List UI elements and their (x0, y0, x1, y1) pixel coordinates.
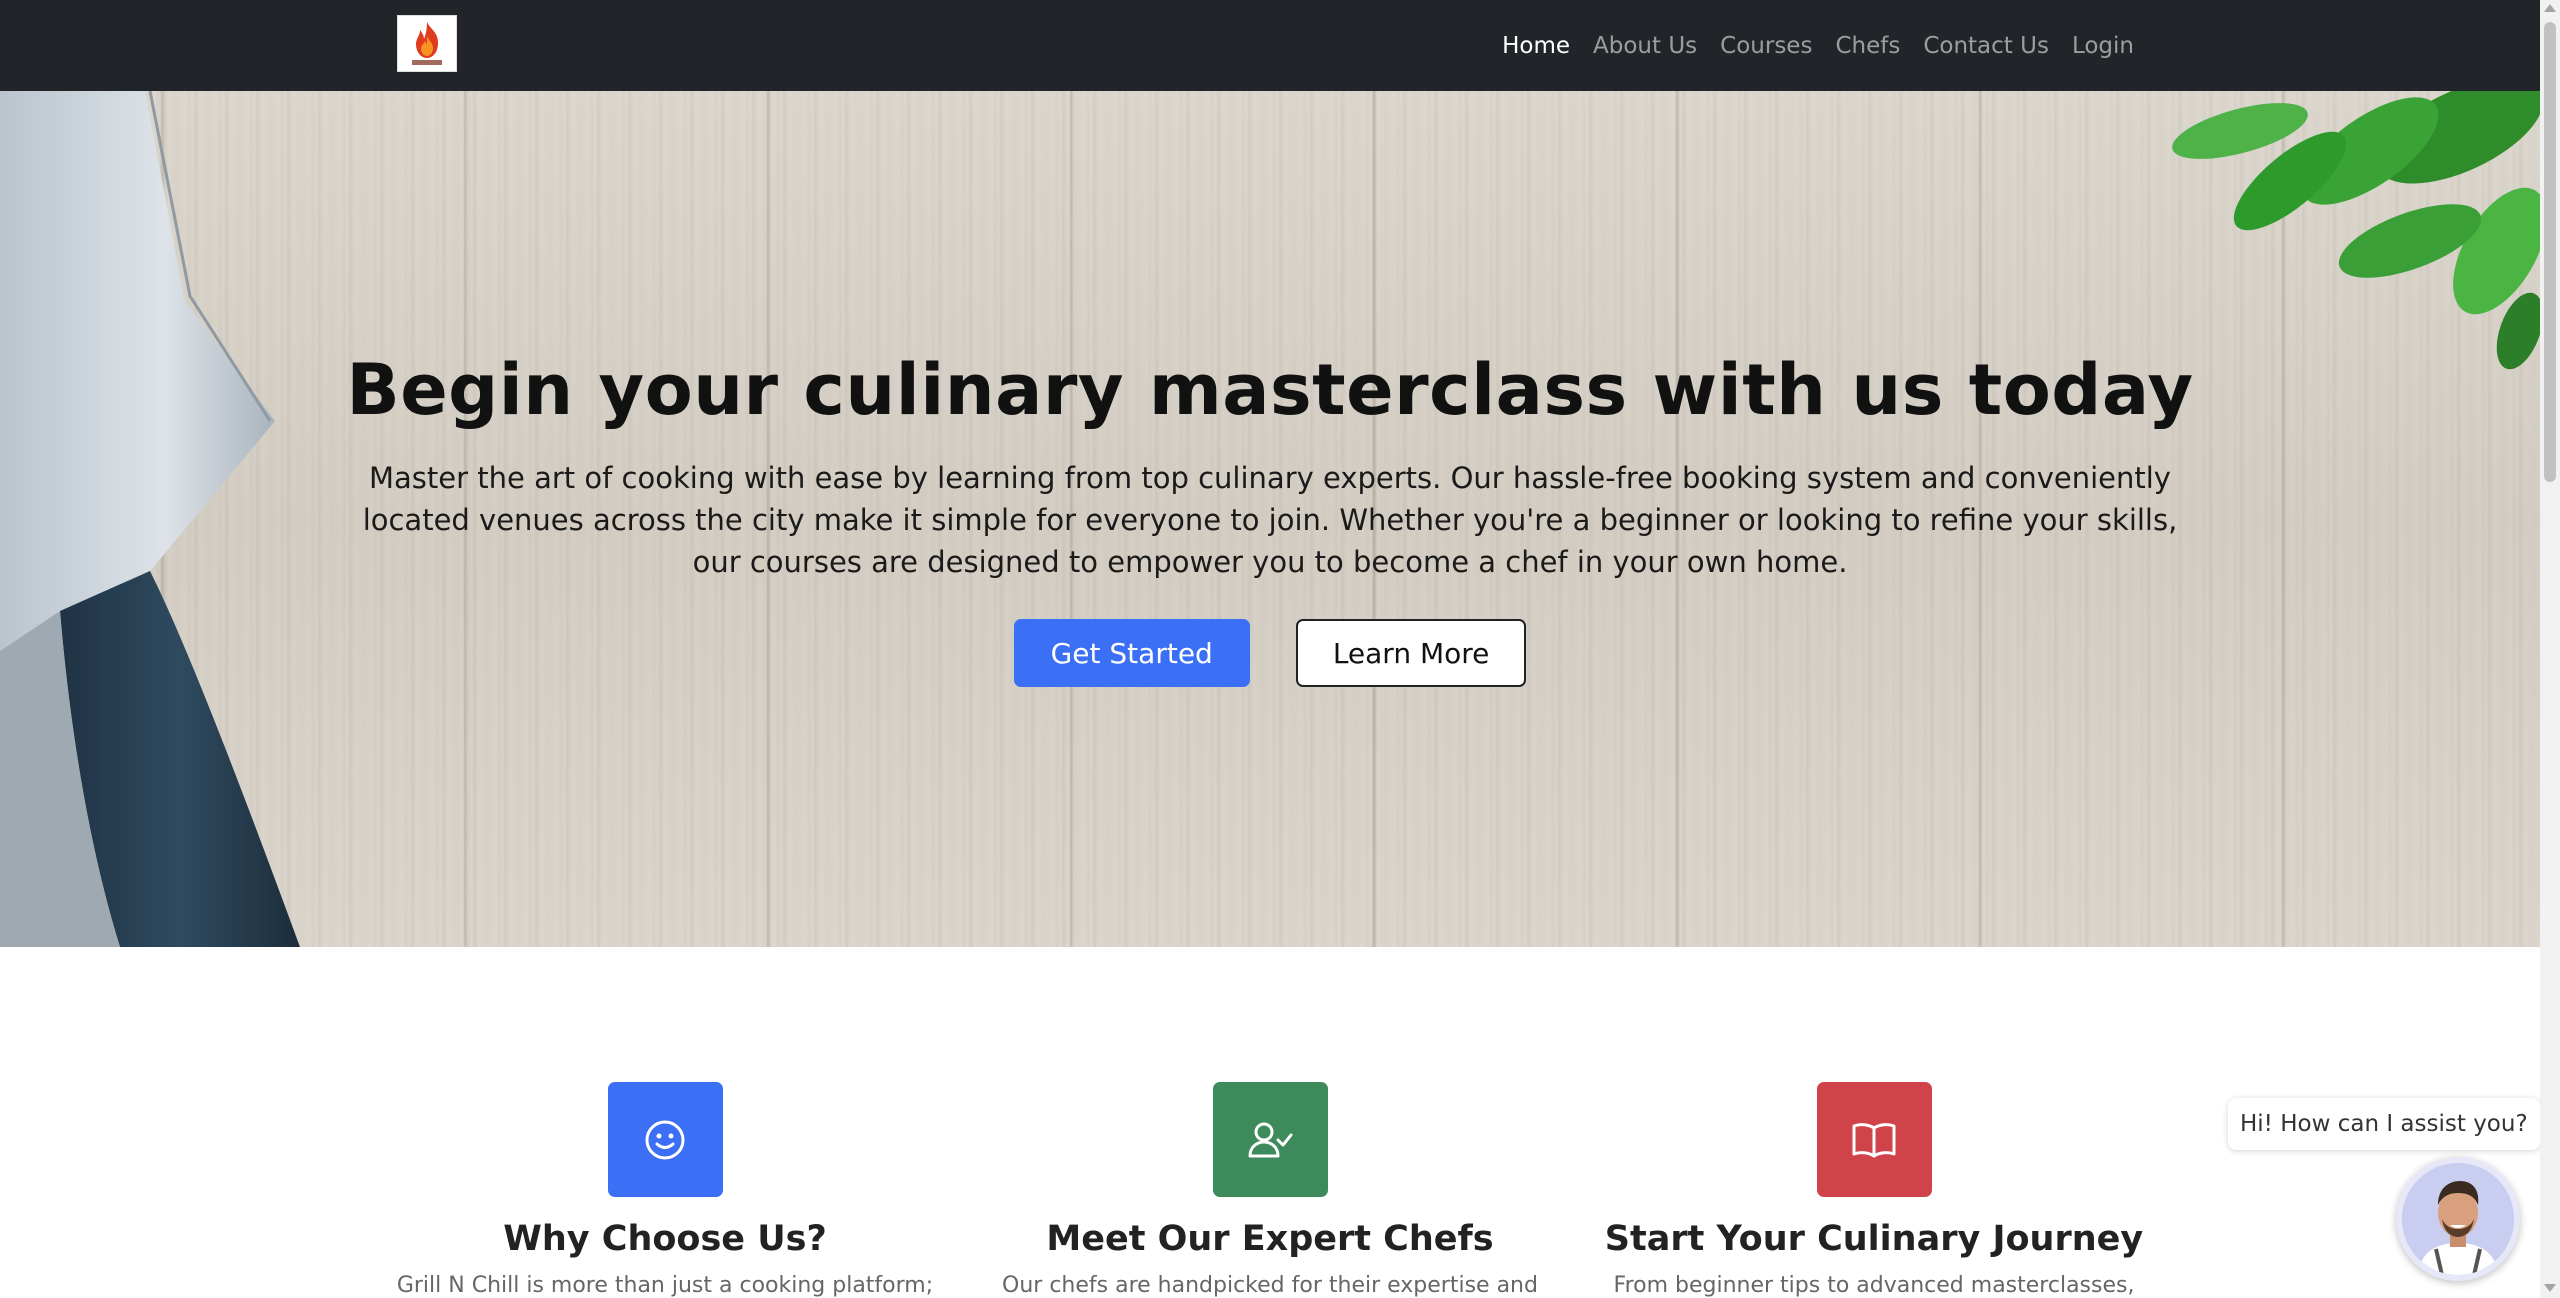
smile-icon (607, 1082, 723, 1197)
hero-section: Begin your culinary masterclass with us … (0, 91, 2540, 947)
flame-logo-icon (412, 22, 442, 65)
basil-leaves-image (2172, 91, 2540, 370)
feature-expert-chefs: Meet Our Expert Chefs Our chefs are hand… (920, 1082, 1620, 1298)
nav-item-chefs[interactable]: Chefs (1835, 33, 1900, 59)
feature-culinary-journey: Start Your Culinary Journey From beginne… (1524, 1082, 2224, 1298)
feature-title: Meet Our Expert Chefs (1046, 1219, 1494, 1259)
chat-avatar-button[interactable] (2396, 1157, 2520, 1281)
knife-image (0, 91, 300, 947)
navbar: Home About Us Courses Chefs Contact Us L… (0, 0, 2540, 91)
nav-item-about-us[interactable]: About Us (1593, 33, 1697, 59)
get-started-button[interactable]: Get Started (1013, 619, 1250, 687)
scrollbar-thumb[interactable] (2544, 22, 2556, 482)
scroll-up-icon[interactable] (2544, 4, 2556, 12)
feature-text: From beginner tips to advanced mastercla… (1613, 1273, 2135, 1298)
book-icon (1816, 1082, 1932, 1197)
hero-description: Master the art of cooking with ease by l… (362, 461, 2178, 579)
feature-text: Grill N Chill is more than just a cookin… (396, 1273, 934, 1298)
nav-item-home[interactable]: Home (1502, 33, 1570, 59)
user-check-icon (1212, 1082, 1328, 1197)
feature-title: Why Choose Us? (503, 1219, 827, 1259)
hero-buttons: Get Started Learn More (0, 619, 2540, 687)
chef-avatar-icon (2402, 1163, 2514, 1275)
nav-links: Home About Us Courses Chefs Contact Us L… (1502, 0, 2134, 91)
nav-item-login[interactable]: Login (2072, 33, 2134, 59)
learn-more-button[interactable]: Learn More (1295, 619, 1527, 687)
chat-greeting-bubble[interactable]: Hi! How can I assist you? (2228, 1098, 2540, 1150)
nav-item-contact-us[interactable]: Contact Us (1923, 33, 2049, 59)
logo[interactable] (397, 15, 457, 72)
feature-title: Start Your Culinary Journey (1604, 1219, 2144, 1259)
hero-title: Begin your culinary masterclass with us … (346, 349, 2194, 431)
nav-item-courses[interactable]: Courses (1720, 33, 1812, 59)
feature-text: Our chefs are handpicked for their exper… (1002, 1273, 1538, 1298)
features-section: Why Choose Us? Grill N Chill is more tha… (0, 1082, 2540, 1298)
page-scrollbar[interactable] (2540, 0, 2560, 1298)
scroll-down-icon[interactable] (2544, 1284, 2556, 1292)
feature-why-choose-us: Why Choose Us? Grill N Chill is more tha… (315, 1082, 1015, 1298)
